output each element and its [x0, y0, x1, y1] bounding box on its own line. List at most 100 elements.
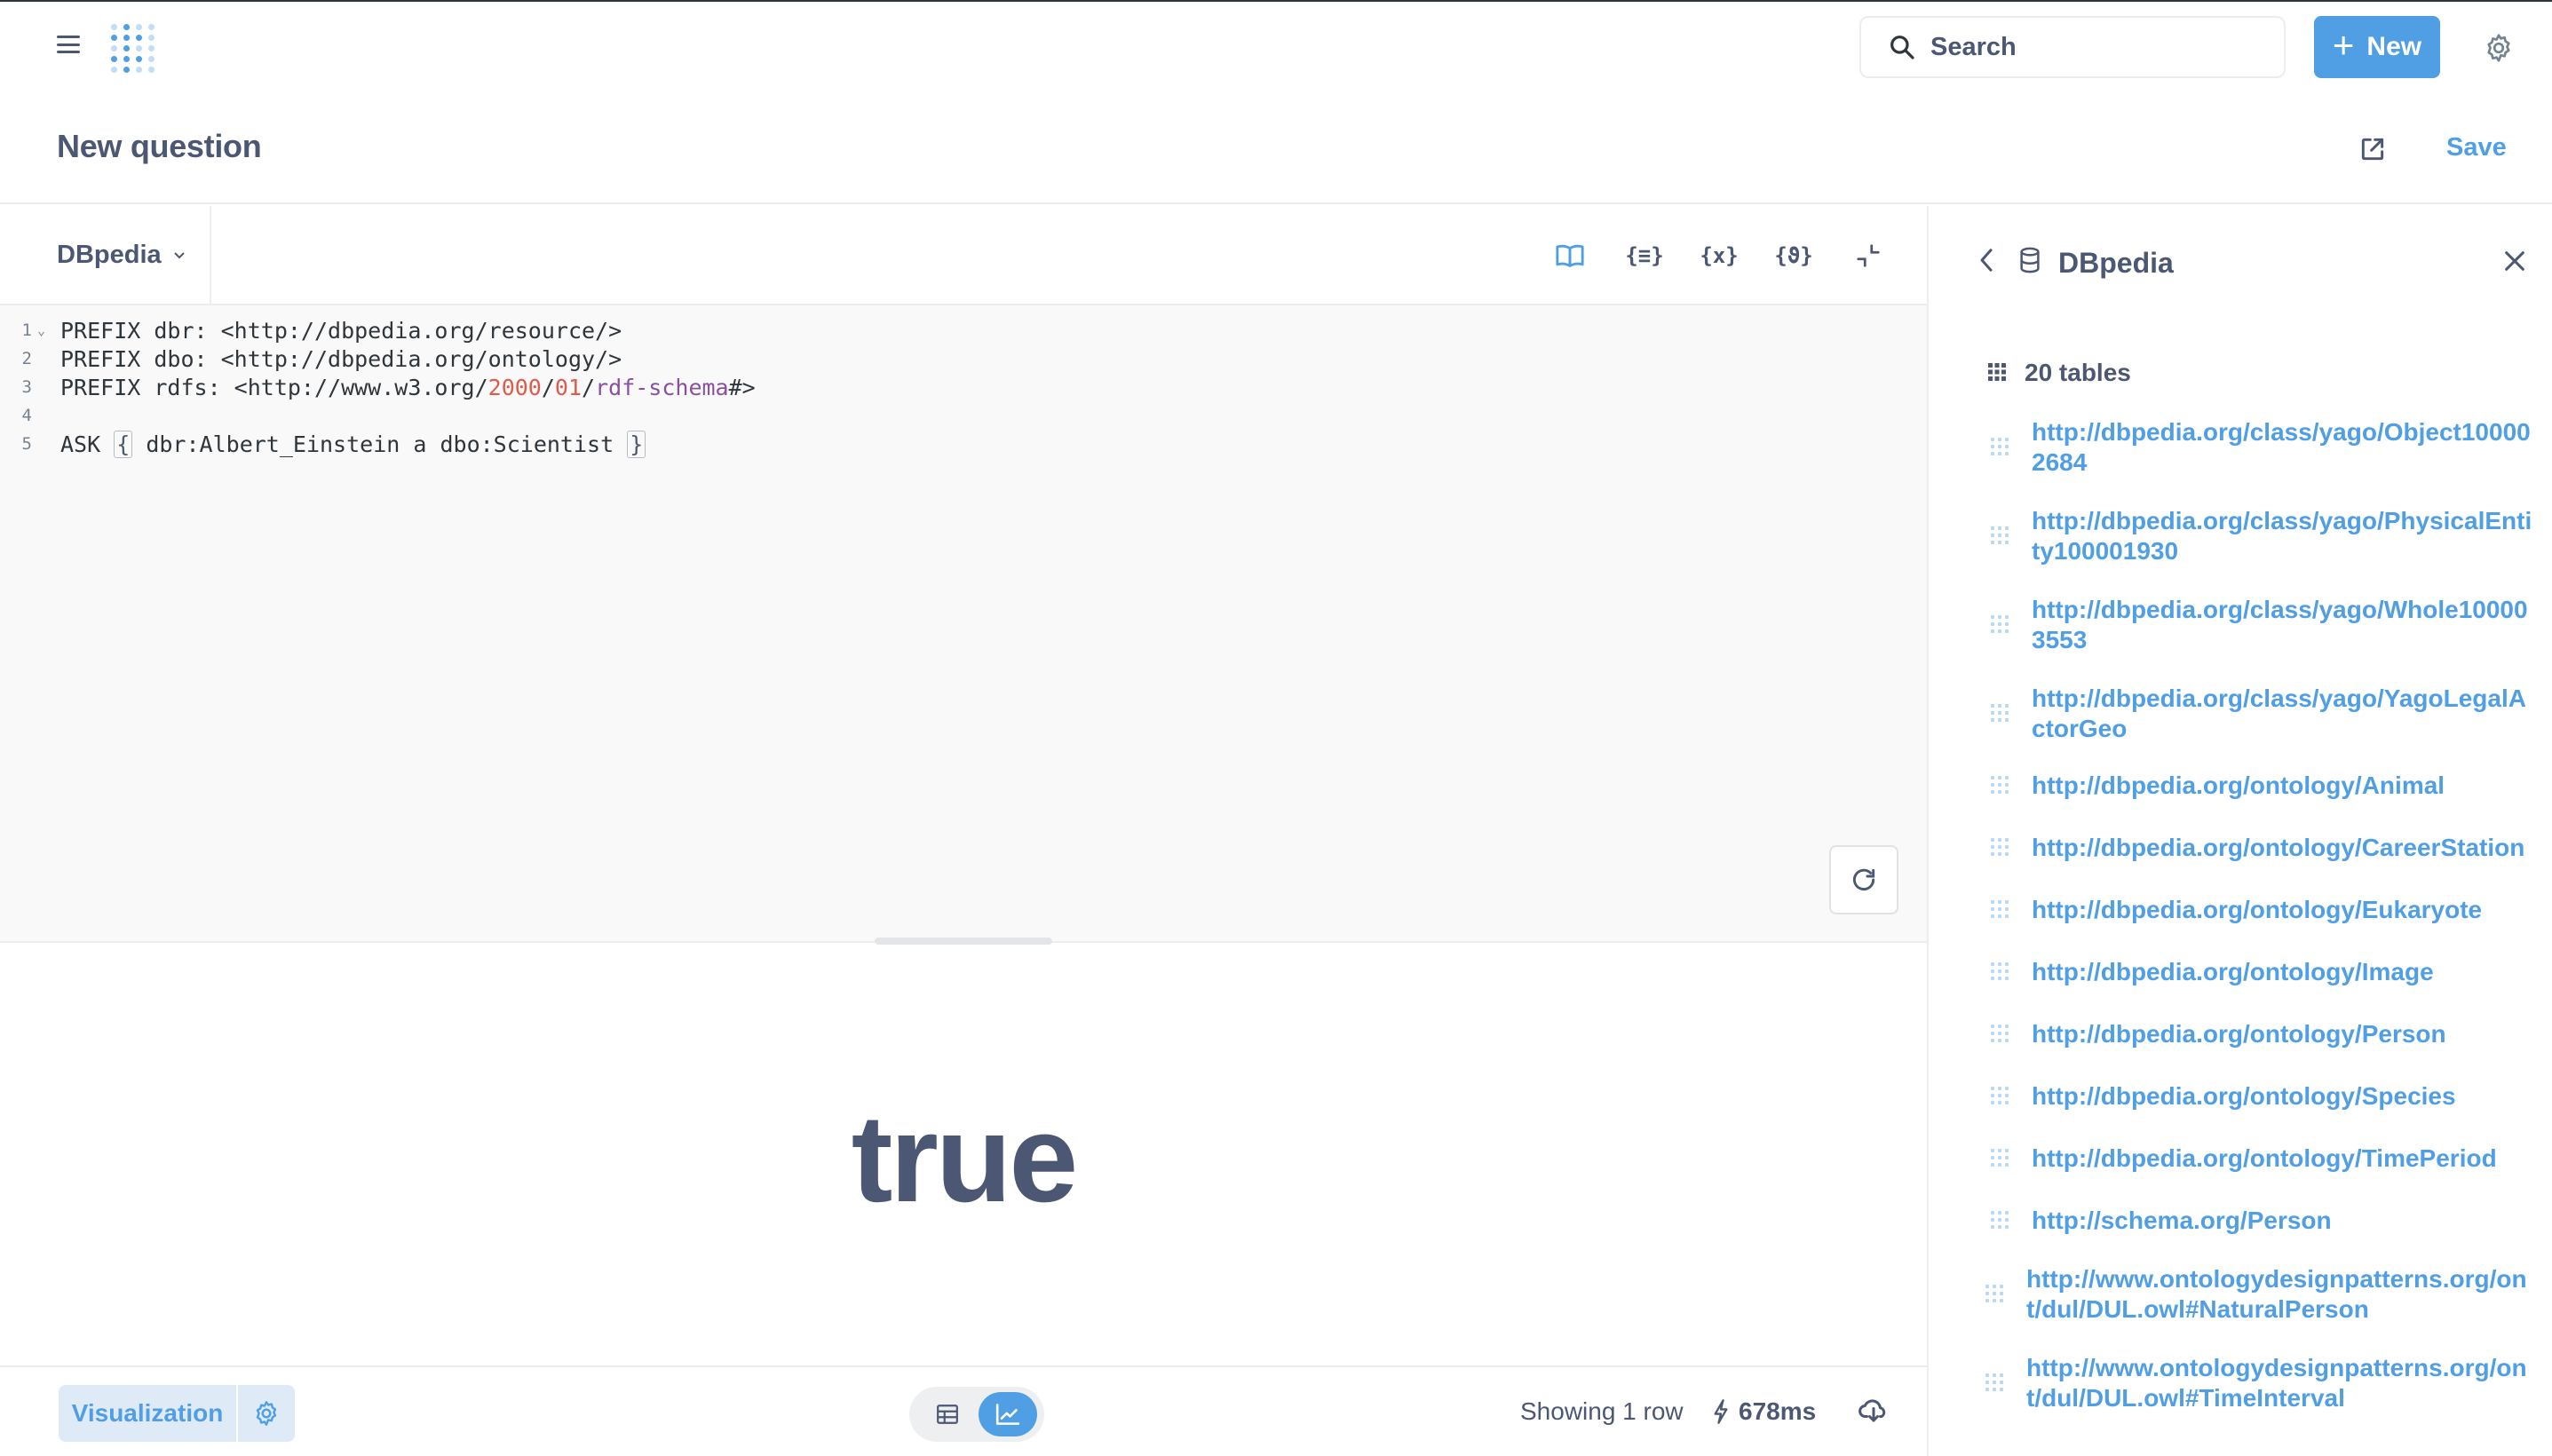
code-token: PREFIX rdfs: <http://www.w3.org/: [60, 374, 488, 400]
save-button[interactable]: Save: [2446, 133, 2507, 162]
run-query-button[interactable]: [1829, 845, 1898, 914]
grip-dot: [1998, 852, 2001, 856]
grip-dot: [2005, 969, 2009, 973]
grip-dot: [2000, 1373, 2003, 1377]
settings-gear-icon[interactable]: [2483, 32, 2515, 64]
table-list-item[interactable]: http://dbpedia.org/class/yago/YagoLegalA…: [1991, 684, 2532, 744]
code-line[interactable]: 1 ⌄ PREFIX dbr: <http://dbpedia.org/resour…: [0, 316, 622, 344]
grip-dot: [2000, 1285, 2003, 1288]
code-line[interactable]: 4: [0, 401, 60, 430]
table-view-toggle[interactable]: [920, 1392, 975, 1436]
code-line[interactable]: 5 ASK { dbr:Albert_Einstein a dbo:Scienti…: [0, 430, 646, 458]
grip-dot: [1991, 622, 1994, 626]
grip-dot: [2005, 783, 2009, 787]
grip-dot: [1998, 1163, 2001, 1167]
line-number: 1: [21, 320, 32, 340]
table-list-item[interactable]: http://dbpedia.org/ontology/TimePeriod: [1991, 1143, 2532, 1174]
code-schema-token: rdf-schema: [595, 374, 729, 400]
grip-dot: [1998, 1218, 2001, 1222]
code-brace-token: }: [627, 430, 646, 458]
drag-grip-icon: [1991, 526, 2010, 546]
table-name: http://dbpedia.org/ontology/Image: [2032, 958, 2434, 985]
editor-toolbar: DBpedia {≡} {x} {ϑ}: [0, 206, 1927, 305]
grip-dot: [1991, 1087, 1994, 1090]
table-list-item[interactable]: http://dbpedia.org/ontology/Eukaryote: [1991, 895, 2532, 925]
grip-dot: [1998, 1039, 2001, 1042]
table-list-item[interactable]: http://dbpedia.org/ontology/Image: [1991, 957, 2532, 987]
grip-dot: [1998, 438, 2001, 441]
grip-dot: [1993, 1292, 1996, 1295]
grip-dot: [1991, 852, 1994, 856]
table-list-item[interactable]: http://dbpedia.org/ontology/Species: [1991, 1081, 2532, 1112]
grip-dot: [1985, 1373, 1989, 1377]
grip-dot: [1991, 1025, 1994, 1028]
new-button-label: New: [2366, 32, 2422, 61]
collapse-icon[interactable]: [1849, 238, 1888, 273]
code-number-token: 2000: [487, 374, 542, 400]
grip-dot: [1991, 1163, 1994, 1167]
grip-dot: [1985, 1299, 1989, 1302]
chart-view-toggle[interactable]: [979, 1392, 1037, 1436]
metabase-logo[interactable]: [108, 21, 158, 76]
grip-dot: [2005, 1156, 2009, 1159]
result-area: true: [0, 945, 1927, 1367]
table-list-item[interactable]: http://dbpedia.org/ontology/CareerStatio…: [1991, 833, 2532, 863]
table-list-item[interactable]: http://dbpedia.org/class/yago/PhysicalEn…: [1991, 506, 2532, 566]
database-picker[interactable]: DBpedia: [0, 206, 211, 304]
open-in-new-icon[interactable]: [2358, 135, 2387, 163]
sparql-code-editor[interactable]: 1 ⌄ PREFIX dbr: <http://dbpedia.org/resour…: [0, 305, 1927, 943]
grip-dot: [1993, 1299, 1996, 1302]
logo-dot: [123, 56, 130, 62]
chevron-left-icon[interactable]: [1975, 247, 1998, 273]
chevron-down-icon: [173, 252, 185, 259]
query-timing: 678ms: [1712, 1397, 1816, 1426]
fold-chevron-icon[interactable]: ⌄: [32, 322, 60, 338]
visualization-settings-button[interactable]: [238, 1385, 295, 1442]
drag-grip-icon: [1991, 776, 2010, 795]
table-list-item[interactable]: http://dbpedia.org/ontology/Animal: [1991, 771, 2532, 801]
grip-dot: [2005, 622, 2009, 626]
hamburger-menu-icon[interactable]: [57, 36, 80, 53]
close-icon[interactable]: [2502, 249, 2527, 273]
code-line[interactable]: 3 PREFIX rdfs: <http://www.w3.org/2000/01…: [0, 373, 756, 401]
drag-grip-icon: [1991, 615, 2010, 635]
table-list-item[interactable]: http://dbpedia.org/ontology/Person: [1991, 1019, 2532, 1049]
grip-dot: [1991, 629, 1994, 633]
logo-dot: [148, 56, 155, 62]
grip-dot: [1991, 526, 1994, 530]
visualization-button[interactable]: Visualization: [59, 1385, 236, 1442]
book-icon[interactable]: [1550, 238, 1589, 273]
drag-grip-icon: [1991, 704, 2010, 724]
grip-dot: [1991, 1101, 1994, 1104]
grip-dot: [1998, 534, 2001, 537]
table-list-item[interactable]: http://www.ontologydesignpatterns.org/on…: [1985, 1353, 2527, 1413]
logo-dot: [148, 35, 155, 41]
grip-dot: [1998, 783, 2001, 787]
snippet-icon[interactable]: {≡}: [1625, 238, 1664, 273]
grip-dot: [2000, 1388, 2003, 1391]
grip-dot: [1991, 1039, 1994, 1042]
code-line[interactable]: 2 PREFIX dbo: <http://dbpedia.org/ontolog…: [0, 344, 622, 373]
grip-dot: [1998, 845, 2001, 849]
grip-dot: [1998, 776, 2001, 779]
table-list-item[interactable]: http://www.ontologydesignpatterns.org/on…: [1985, 1264, 2527, 1325]
grip-dot: [1991, 907, 1994, 911]
grip-dot: [1998, 1025, 2001, 1028]
grip-dot: [2005, 1149, 2009, 1152]
code-token: /: [541, 374, 555, 400]
new-button[interactable]: + New: [2314, 16, 2440, 78]
variable-icon[interactable]: {x}: [1700, 238, 1739, 273]
editor-resize-handle[interactable]: [875, 938, 1052, 945]
table-list-item[interactable]: http://dbpedia.org/class/yago/Object1000…: [1991, 417, 2532, 478]
search-input[interactable]: Search: [1859, 16, 2286, 78]
drag-grip-icon: [1991, 900, 2010, 920]
function-icon[interactable]: {ϑ}: [1774, 238, 1813, 273]
code-token: ASK: [60, 431, 115, 457]
table-list-item[interactable]: http://schema.org/Person: [1991, 1206, 2532, 1236]
query-footer: Visualization Showing 1 row 678ms: [0, 1365, 1927, 1456]
table-list-item[interactable]: http://dbpedia.org/class/yago/Whole10000…: [1991, 595, 2532, 655]
grip-dot: [1991, 541, 1994, 544]
download-icon[interactable]: [1858, 1394, 1890, 1426]
page-title[interactable]: New question: [57, 128, 262, 165]
code-number-token: 01: [554, 374, 583, 400]
